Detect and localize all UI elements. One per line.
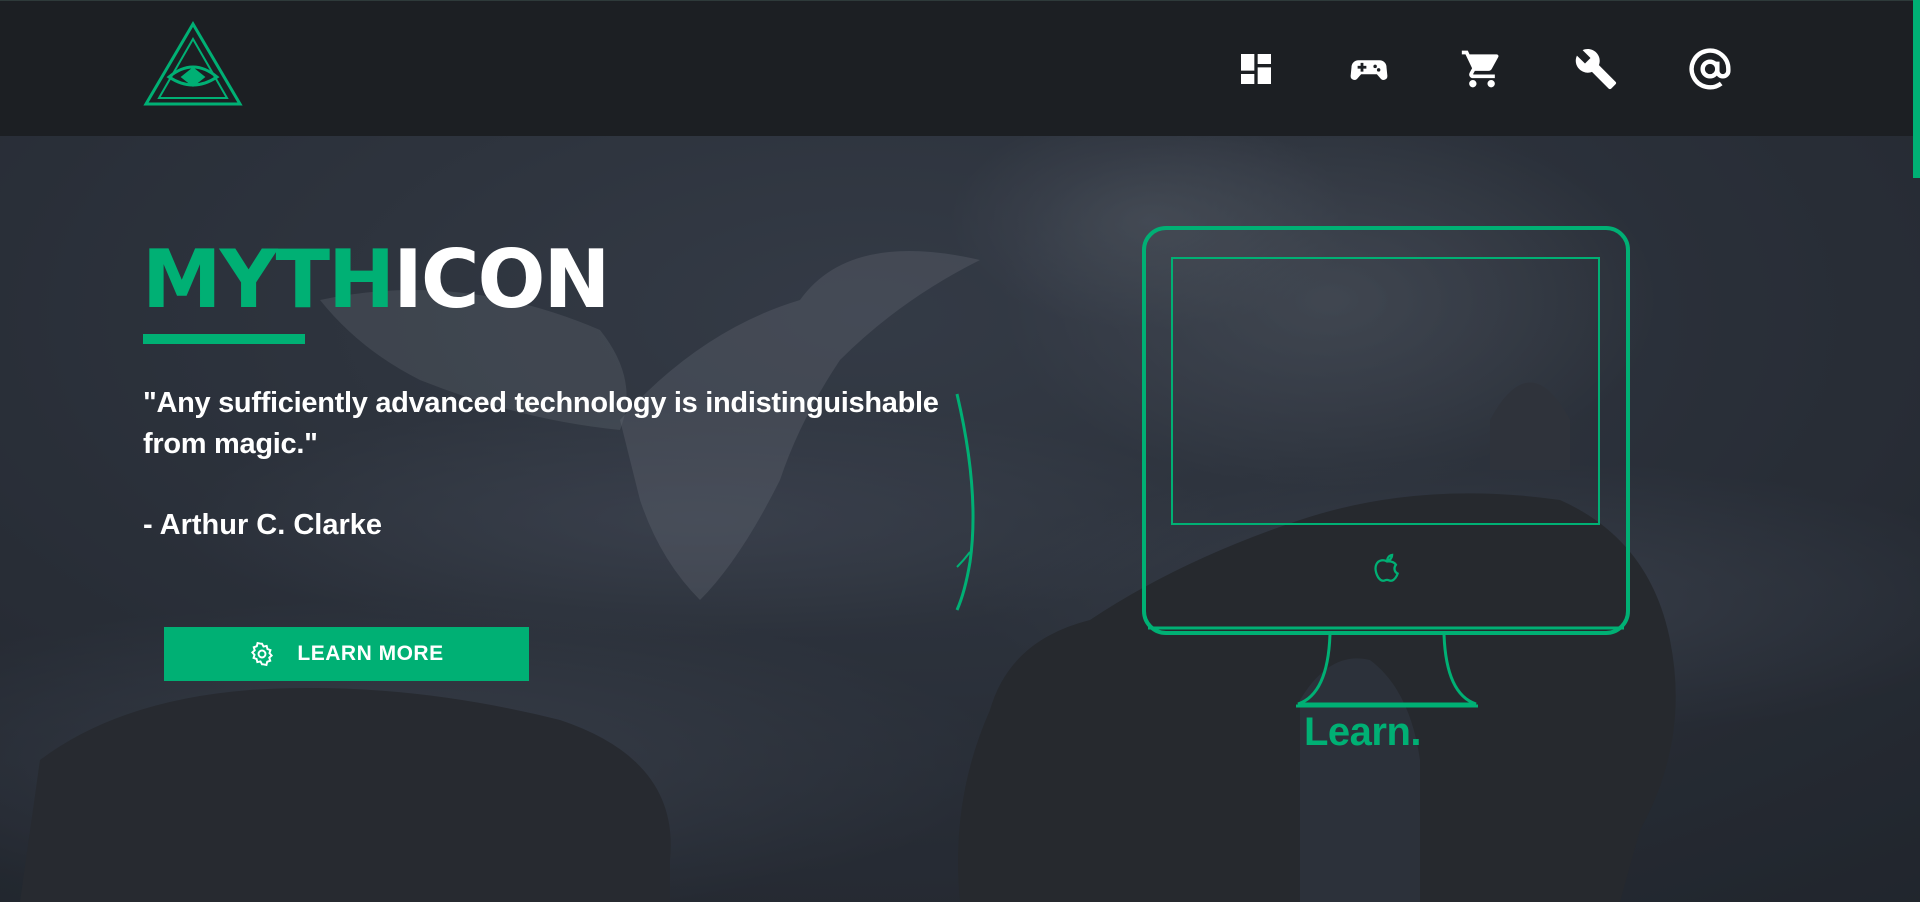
brand-title: MYTHICON <box>142 230 611 330</box>
gamepad-icon <box>1350 60 1388 80</box>
at-sign-icon <box>1689 48 1731 90</box>
page: MYTHICON "Any sufficiently advanced tech… <box>0 0 1920 902</box>
brand-title-part2: ICON <box>393 233 610 326</box>
wrench-icon <box>1575 49 1617 90</box>
eye-pyramid-logo[interactable] <box>143 21 243 107</box>
cart-icon <box>1461 50 1499 88</box>
brand-title-part1: MYTH <box>142 233 395 326</box>
quote-author: - Arthur C. Clarke <box>143 509 383 541</box>
nav-tools[interactable] <box>1572 45 1620 93</box>
site-header <box>0 0 1920 136</box>
learn-caption: Learn. <box>1304 710 1422 754</box>
learn-more-button[interactable]: LEARN MORE <box>164 627 529 681</box>
apple-icon <box>1374 553 1400 582</box>
hero-quote: "Any sufficiently advanced technology is… <box>143 387 939 460</box>
brand-underline <box>143 334 305 344</box>
scroll-indicator[interactable] <box>1913 0 1920 178</box>
dashboard-icon <box>1241 54 1271 84</box>
nav-dashboard[interactable] <box>1232 45 1280 93</box>
gear-icon <box>251 641 274 667</box>
nav-games[interactable] <box>1345 45 1393 93</box>
nav-shop[interactable] <box>1458 45 1506 93</box>
nav-contact[interactable] <box>1686 45 1734 93</box>
monitor-illustration <box>1142 226 1630 708</box>
decorative-bracket <box>955 393 975 611</box>
learn-more-label: LEARN MORE <box>297 642 444 665</box>
